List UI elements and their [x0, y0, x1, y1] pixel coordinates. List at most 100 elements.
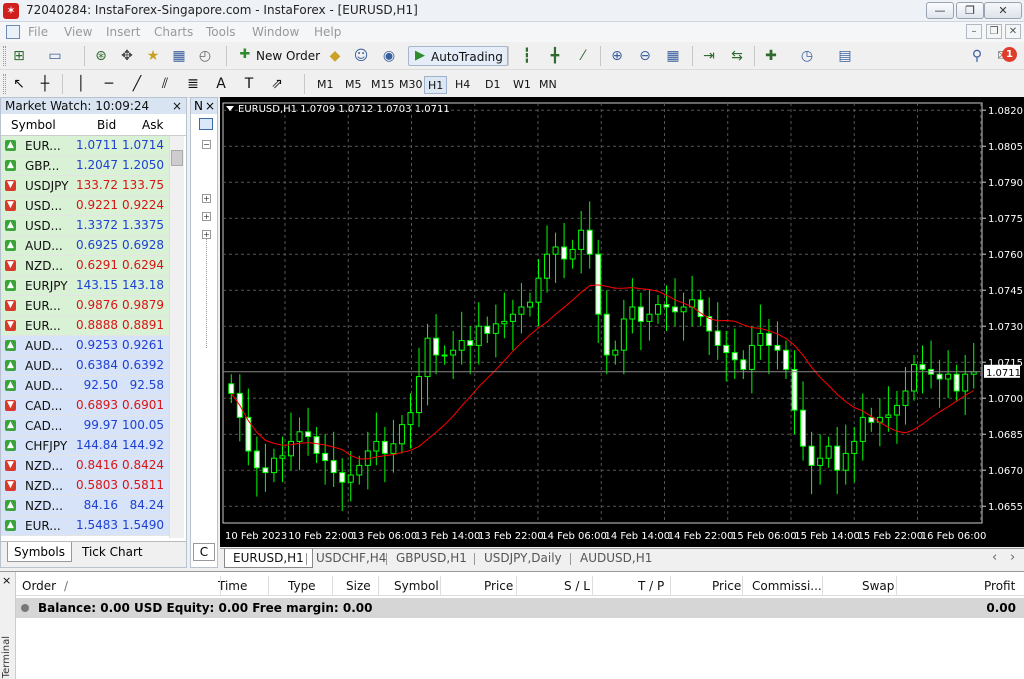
- column-symbol[interactable]: Symbol: [11, 118, 56, 132]
- candlestick-icon[interactable]: ╋: [546, 47, 564, 65]
- timeframe-d1[interactable]: D1: [482, 76, 503, 94]
- terminal-close-button[interactable]: ×: [2, 574, 11, 587]
- market-watch-row[interactable]: ▲ NZD... 84.16 84.24: [1, 496, 169, 516]
- navigator-bottom-tab[interactable]: C: [193, 543, 215, 561]
- text-label-icon[interactable]: T: [240, 75, 258, 93]
- navigator-node-experts[interactable]: +: [202, 212, 211, 221]
- maximize-button[interactable]: ❐: [956, 2, 984, 19]
- column-ask[interactable]: Ask: [142, 118, 163, 132]
- menu-charts[interactable]: Charts: [154, 25, 193, 39]
- navigator-node-scripts[interactable]: +: [202, 230, 211, 239]
- navigator-close-button[interactable]: ×: [205, 98, 215, 114]
- arrows-icon[interactable]: ⇗: [268, 75, 286, 93]
- market-watch-row[interactable]: ▲ AUD... 0.9253 0.9261: [1, 336, 169, 356]
- vertical-line-icon[interactable]: │: [72, 75, 90, 93]
- timeframe-m30[interactable]: M30: [396, 76, 426, 94]
- chart-shift-icon[interactable]: ⇥: [700, 47, 718, 65]
- text-icon[interactable]: A: [212, 75, 230, 93]
- terminal-column-header[interactable]: /: [64, 579, 68, 593]
- terminal-column-header[interactable]: Size: [346, 579, 371, 593]
- terminal-column-header[interactable]: Symbol: [394, 579, 439, 593]
- market-watch-row[interactable]: ▲ AUD... 92.50 92.58: [1, 376, 169, 396]
- market-watch-row[interactable]: ▲ EUR... 1.5483 1.5490: [1, 516, 169, 536]
- indicators-icon[interactable]: ✚: [762, 47, 780, 65]
- chart-tab[interactable]: USDJPY,Daily: [476, 549, 570, 568]
- chart-tab[interactable]: EURUSD,H1: [224, 549, 313, 568]
- chart-document-icon[interactable]: [6, 25, 20, 39]
- market-watch-row[interactable]: ▼ NZD... 0.5803 0.5811: [1, 476, 169, 496]
- price-chart[interactable]: 1.0820 1.0805 1.0790 1.0775 1.0760 1.0745 1.07…: [220, 97, 1024, 547]
- timeframe-h1[interactable]: H1: [424, 76, 448, 94]
- terminal-column-header[interactable]: Price: [712, 579, 741, 593]
- market-watch-row[interactable]: ▲ GBP... 1.2047 1.2050: [1, 156, 169, 176]
- menu-tools[interactable]: Tools: [206, 25, 236, 39]
- terminal-toggle-icon[interactable]: ▦: [170, 47, 188, 65]
- terminal-column-header[interactable]: Time: [218, 579, 247, 593]
- navigator-root-icon[interactable]: [199, 118, 213, 130]
- signals-icon[interactable]: ◉: [380, 47, 398, 65]
- tabs-scroll-right-icon[interactable]: ›: [1010, 550, 1015, 565]
- profiles-icon[interactable]: ▭: [46, 47, 64, 65]
- terminal-column-header[interactable]: Commissi...: [752, 579, 822, 593]
- timeframe-w1[interactable]: W1: [510, 76, 534, 94]
- navigator-node-accounts[interactable]: −: [202, 140, 211, 149]
- strategy-tester-icon[interactable]: ◴: [196, 47, 214, 65]
- notification-badge[interactable]: 1: [1002, 47, 1017, 62]
- market-watch-row[interactable]: ▲ EUR... 1.0711 1.0714: [1, 136, 169, 156]
- trendline-icon[interactable]: ╱: [128, 75, 146, 93]
- column-bid[interactable]: Bid: [97, 118, 116, 132]
- menu-window[interactable]: Window: [252, 25, 299, 39]
- community-icon[interactable]: ☺: [352, 47, 370, 65]
- auto-scroll-icon[interactable]: ⇆: [728, 47, 746, 65]
- templates-icon[interactable]: ▤: [836, 47, 854, 65]
- tile-windows-icon[interactable]: ▦: [664, 47, 682, 65]
- market-watch-row[interactable]: ▼ NZD... 0.8416 0.8424: [1, 456, 169, 476]
- line-chart-icon[interactable]: ⁄: [574, 47, 592, 65]
- timeframe-h4[interactable]: H4: [452, 76, 473, 94]
- mdi-close-button[interactable]: ✕: [1005, 24, 1021, 39]
- market-watch-row[interactable]: ▲ EURJPY 143.15 143.18: [1, 276, 169, 296]
- fibonacci-icon[interactable]: ≣: [184, 75, 202, 93]
- market-watch-row[interactable]: ▼ NZD... 0.6291 0.6294: [1, 256, 169, 276]
- close-button[interactable]: ✕: [984, 2, 1022, 19]
- market-watch-row[interactable]: ▼ EUR... 0.8888 0.8891: [1, 316, 169, 336]
- market-watch-row[interactable]: ▼ CAD... 0.6893 0.6901: [1, 396, 169, 416]
- timeframe-m5[interactable]: M5: [342, 76, 365, 94]
- balance-row[interactable]: Balance: 0.00 USD Equity: 0.00 Free marg…: [16, 598, 1024, 618]
- zoom-in-icon[interactable]: ⊕: [608, 47, 626, 65]
- chart-tab[interactable]: USDCHF,H4: [308, 549, 394, 568]
- terminal-column-header[interactable]: Profit: [984, 579, 1015, 593]
- menu-file[interactable]: File: [28, 25, 48, 39]
- tab-tick-chart[interactable]: Tick Chart: [76, 542, 149, 562]
- cursor-icon[interactable]: ↖: [10, 75, 28, 93]
- market-watch-row[interactable]: ▲ CAD... 99.97 100.05: [1, 416, 169, 436]
- navigator-node-indicators[interactable]: +: [202, 194, 211, 203]
- minimize-button[interactable]: —: [926, 2, 954, 19]
- horizontal-line-icon[interactable]: ─: [100, 75, 118, 93]
- search-icon[interactable]: ⚲: [968, 47, 986, 65]
- navigator-icon[interactable]: ★: [144, 47, 162, 65]
- new-chart-icon[interactable]: ⊞: [10, 47, 28, 65]
- market-watch-row[interactable]: ▼ USDJPY 133.72 133.75: [1, 176, 169, 196]
- menu-view[interactable]: View: [64, 25, 92, 39]
- zoom-out-icon[interactable]: ⊖: [636, 47, 654, 65]
- market-watch-toggle-icon[interactable]: ⊛: [92, 47, 110, 65]
- terminal-column-header[interactable]: Price: [484, 579, 513, 593]
- channel-icon[interactable]: ⫽: [156, 75, 174, 93]
- toolbar-grip[interactable]: [3, 46, 6, 66]
- data-window-icon[interactable]: ✥: [118, 47, 136, 65]
- chart-tab[interactable]: AUDUSD,H1: [572, 549, 660, 568]
- market-watch-row[interactable]: ▲ USD... 1.3372 1.3375: [1, 216, 169, 236]
- autotrading-button[interactable]: ▶ AutoTrading: [408, 46, 508, 66]
- market-watch-row[interactable]: ▲ AUD... 0.6925 0.6928: [1, 236, 169, 256]
- timeframe-m15[interactable]: M15: [368, 76, 398, 94]
- market-watch-row[interactable]: ▼ USD... 0.9221 0.9224: [1, 196, 169, 216]
- terminal-column-header[interactable]: Swap: [862, 579, 894, 593]
- toolbar-grip-2[interactable]: [3, 74, 6, 94]
- tabs-scroll-left-icon[interactable]: ‹: [992, 550, 997, 565]
- metaeditor-icon[interactable]: ◆: [326, 47, 344, 65]
- mdi-minimize-button[interactable]: –: [966, 24, 982, 39]
- crosshair-icon[interactable]: ┼: [36, 75, 54, 93]
- mdi-restore-button[interactable]: ❐: [986, 24, 1002, 39]
- market-watch-scrollbar[interactable]: [169, 136, 184, 538]
